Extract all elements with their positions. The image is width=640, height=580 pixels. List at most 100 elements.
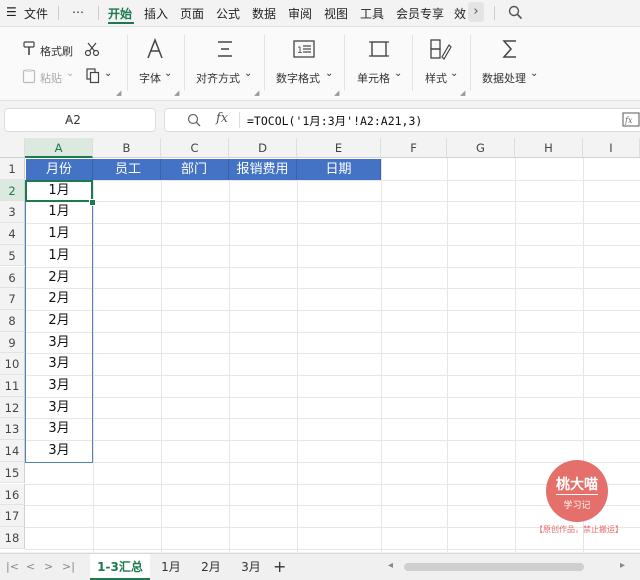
- zoom-formula-icon[interactable]: [187, 113, 201, 127]
- tab-formula[interactable]: 公式: [216, 5, 240, 22]
- tab-tools[interactable]: 工具: [360, 5, 384, 22]
- prev-sheet-button[interactable]: <: [26, 560, 35, 573]
- cell-month-value[interactable]: 2月: [26, 288, 92, 310]
- header-cell-expense[interactable]: 报销费用: [229, 159, 297, 180]
- active-cell-a2[interactable]: [25, 180, 93, 202]
- header-cell-employee[interactable]: 员工: [93, 159, 161, 180]
- paste-button[interactable]: 粘贴: [40, 70, 62, 86]
- data-processing-button[interactable]: 数据处理: [482, 70, 526, 86]
- column-header-a[interactable]: A: [25, 138, 93, 158]
- hamburger-menu-icon[interactable]: ☰: [6, 5, 17, 19]
- copy-icon[interactable]: [86, 68, 100, 84]
- cell-month-value[interactable]: 1月: [26, 223, 92, 245]
- cell-dropdown-icon[interactable]: ⌄: [394, 68, 402, 79]
- scissors-icon[interactable]: [84, 41, 100, 57]
- cell-month-value[interactable]: 1月: [26, 201, 92, 223]
- row-header[interactable]: 8: [0, 309, 25, 332]
- tab-review[interactable]: 审阅: [288, 5, 312, 22]
- sheet-tab-summary[interactable]: 1-3汇总: [90, 554, 150, 580]
- row-header[interactable]: 13: [0, 418, 25, 441]
- formula-input[interactable]: fx =TOCOL('1月:3月'!A2:A21,3): [164, 108, 640, 132]
- paste-dropdown-icon[interactable]: ⌄: [66, 68, 74, 79]
- cell-button[interactable]: 单元格: [357, 70, 390, 86]
- scroll-right-icon[interactable]: ▸: [620, 560, 625, 571]
- add-sheet-button[interactable]: +: [273, 557, 286, 576]
- alignment-button[interactable]: 对齐方式: [196, 70, 240, 86]
- search-icon[interactable]: [508, 5, 523, 20]
- style-button[interactable]: 样式: [425, 70, 447, 86]
- column-header-e[interactable]: E: [297, 138, 381, 158]
- horizontal-scrollbar[interactable]: [404, 563, 584, 571]
- tab-page[interactable]: 页面: [180, 5, 204, 22]
- row-header[interactable]: 16: [0, 483, 25, 506]
- cell-month-value[interactable]: 3月: [26, 418, 92, 440]
- select-all-corner[interactable]: [0, 138, 25, 158]
- row-header[interactable]: 15: [0, 461, 25, 484]
- column-header-c[interactable]: C: [161, 138, 229, 158]
- row-header[interactable]: 9: [0, 331, 25, 354]
- cell-month-value[interactable]: 3月: [26, 332, 92, 354]
- fill-handle[interactable]: [89, 199, 96, 206]
- row-header[interactable]: 18: [0, 526, 25, 549]
- cell-month-value[interactable]: 2月: [26, 310, 92, 332]
- copy-dropdown-icon[interactable]: ⌄: [104, 68, 112, 79]
- more-menu-icon[interactable]: ⋯: [72, 5, 84, 19]
- row-header[interactable]: 4: [0, 223, 25, 245]
- row-header[interactable]: 6: [0, 266, 25, 289]
- gridline: [25, 201, 640, 203]
- row-header[interactable]: 2: [0, 179, 25, 202]
- column-header-h[interactable]: H: [515, 138, 583, 158]
- format-painter-button[interactable]: 格式刷: [40, 43, 73, 59]
- tab-home[interactable]: 开始: [108, 5, 132, 22]
- alignment-dropdown-icon[interactable]: ⌄: [244, 68, 252, 79]
- cell-month-value[interactable]: 2月: [26, 267, 92, 289]
- cell-month-value[interactable]: 1月: [26, 245, 92, 267]
- function-insert-icon[interactable]: fx: [216, 111, 228, 126]
- row-header[interactable]: 11: [0, 375, 25, 397]
- sheet-tab-jan[interactable]: 1月: [152, 554, 190, 580]
- font-button[interactable]: 字体: [139, 70, 161, 86]
- sheet-tab-feb[interactable]: 2月: [192, 554, 230, 580]
- column-header-f[interactable]: F: [381, 138, 447, 158]
- tab-view[interactable]: 视图: [324, 5, 348, 22]
- row-header[interactable]: 3: [0, 201, 25, 224]
- name-box-dropdown-icon[interactable]: ⌄: [65, 112, 149, 123]
- row-header[interactable]: 1: [0, 158, 25, 180]
- number-format-dropdown-icon[interactable]: ⌄: [325, 68, 333, 79]
- cell-month-value[interactable]: 3月: [26, 375, 92, 397]
- row-header[interactable]: 10: [0, 353, 25, 375]
- row-header[interactable]: 12: [0, 396, 25, 419]
- tab-effect-truncated[interactable]: 效: [454, 5, 466, 22]
- header-cell-month[interactable]: 月份: [26, 159, 93, 180]
- file-menu[interactable]: 文件: [24, 5, 48, 22]
- header-cell-date[interactable]: 日期: [297, 159, 381, 180]
- tab-insert[interactable]: 插入: [144, 5, 168, 22]
- font-dropdown-icon[interactable]: ⌄: [164, 68, 172, 79]
- first-sheet-button[interactable]: |<: [6, 560, 19, 573]
- row-header[interactable]: 5: [0, 244, 25, 267]
- column-header-g[interactable]: G: [447, 138, 515, 158]
- column-header-i[interactable]: I: [583, 138, 640, 158]
- number-format-button[interactable]: 数字格式: [276, 70, 320, 86]
- name-box[interactable]: A2 ⌄: [4, 108, 156, 132]
- tab-overflow-button[interactable]: ›: [468, 2, 484, 22]
- data-processing-dropdown-icon[interactable]: ⌄: [530, 68, 538, 79]
- style-dropdown-icon[interactable]: ⌄: [450, 68, 458, 79]
- header-cell-department[interactable]: 部门: [161, 159, 229, 180]
- expand-formula-icon[interactable]: fx: [622, 112, 640, 128]
- spreadsheet-grid[interactable]: A B C D E F G H I 1 2 3 4 5 6 7 8 9 10 11 12 13 14 15 1…: [0, 138, 640, 552]
- row-header[interactable]: 7: [0, 288, 25, 310]
- column-header-b[interactable]: B: [93, 138, 161, 158]
- row-header[interactable]: 14: [0, 440, 25, 462]
- cell-month-value[interactable]: 3月: [26, 397, 92, 419]
- last-sheet-button[interactable]: >|: [62, 560, 75, 573]
- sheet-tab-mar[interactable]: 3月: [232, 554, 270, 580]
- cell-month-value[interactable]: 3月: [26, 353, 92, 375]
- column-header-d[interactable]: D: [229, 138, 297, 158]
- scroll-left-icon[interactable]: ◂: [388, 560, 393, 571]
- tab-member[interactable]: 会员专享: [396, 5, 444, 22]
- tab-data[interactable]: 数据: [252, 5, 276, 22]
- next-sheet-button[interactable]: >: [44, 560, 53, 573]
- row-header[interactable]: 17: [0, 505, 25, 527]
- cell-month-value[interactable]: 3月: [26, 440, 92, 462]
